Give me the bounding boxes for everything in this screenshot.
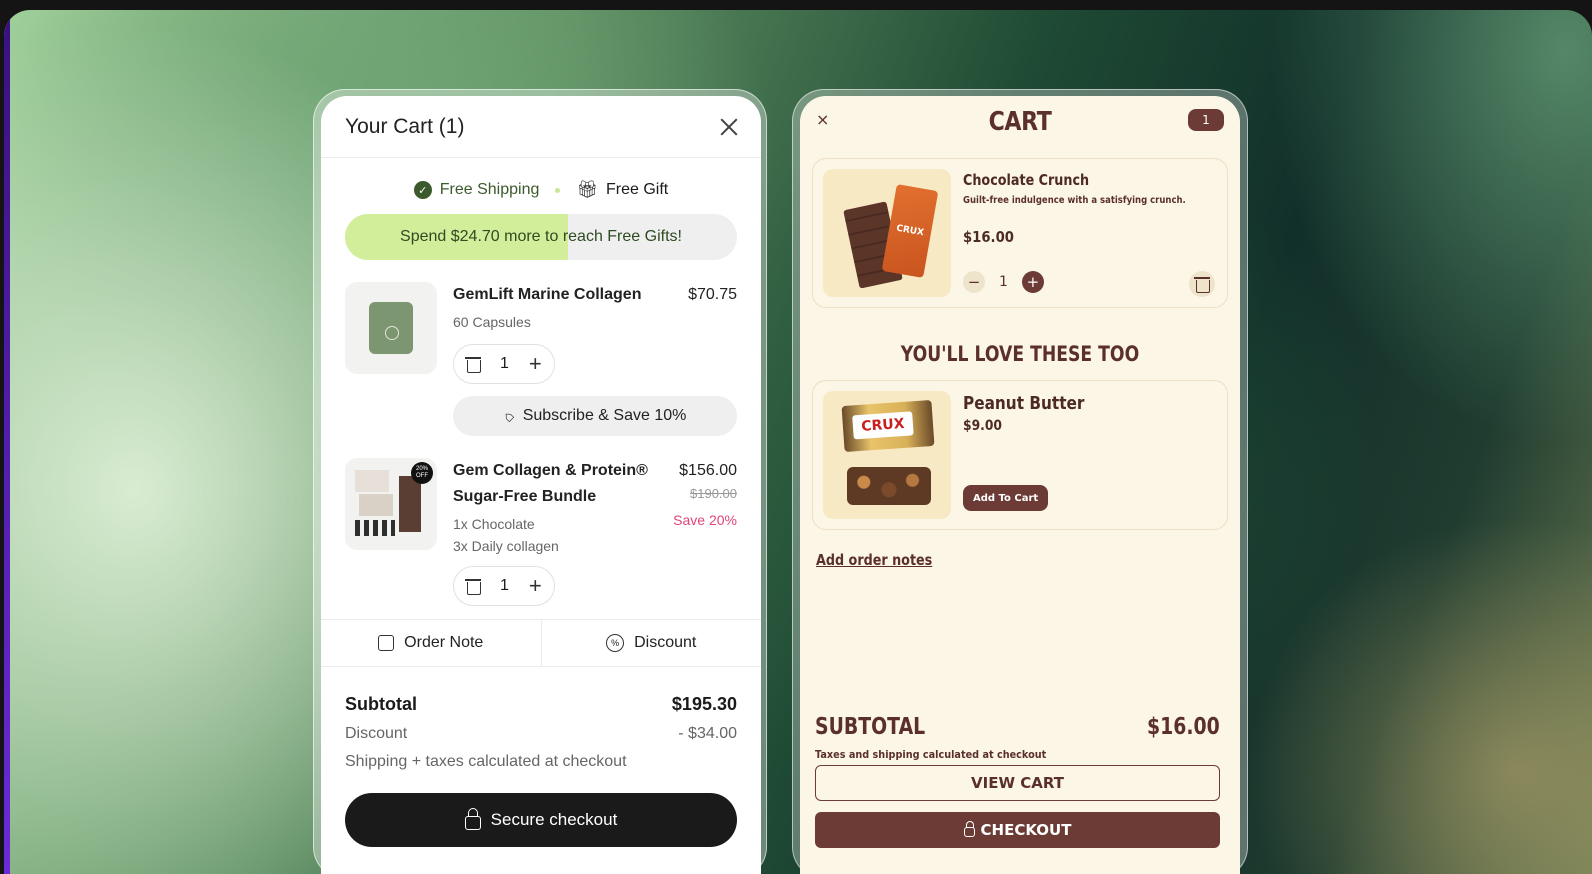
product-image: CRUX bbox=[823, 169, 951, 297]
lock-icon bbox=[963, 821, 975, 837]
checkout-label: Secure checkout bbox=[490, 810, 618, 829]
left-cart-drawer: Your Cart (1) ✓ Free Shipping 🎁︎ Free Gi… bbox=[321, 96, 761, 874]
discount-label: Discount bbox=[634, 634, 697, 651]
perk-label: Free Gift bbox=[605, 181, 669, 198]
cart-title: Your Cart (1) bbox=[345, 114, 465, 138]
collagen-jar-image bbox=[369, 302, 413, 354]
upsell-name[interactable]: Peanut Butter bbox=[963, 393, 1177, 414]
note-icon bbox=[378, 635, 395, 651]
subtotal-row: SUBTOTAL $16.00 bbox=[815, 714, 1220, 740]
item-compare-price: $190.00 bbox=[690, 486, 737, 501]
order-note-button[interactable]: Order Note bbox=[321, 620, 541, 666]
shipping-note: Shipping + taxes calculated at checkout bbox=[345, 753, 627, 770]
close-icon[interactable]: × bbox=[816, 110, 829, 129]
subtotal-label: SUBTOTAL bbox=[815, 714, 926, 740]
free-gift-progress-bar: Spend $24.70 more to reach Free Gifts! bbox=[345, 214, 737, 260]
plus-icon[interactable]: + bbox=[529, 575, 542, 597]
cart-item: GemLift Marine Collagen $70.75 60 Capsul… bbox=[321, 282, 761, 436]
item-name[interactable]: Chocolate Crunch bbox=[963, 171, 1177, 189]
item-price: $16.00 bbox=[963, 228, 1014, 246]
quantity-value[interactable]: 1 bbox=[500, 577, 509, 595]
perk-label: Free Shipping bbox=[439, 181, 540, 198]
wrapper-image: CRUX bbox=[881, 184, 939, 278]
product-image: 20% OFF bbox=[345, 458, 437, 550]
plus-icon[interactable]: + bbox=[529, 353, 542, 375]
item-name[interactable]: GemLift Marine Collagen bbox=[453, 282, 653, 308]
check-circle-icon: ✓ bbox=[413, 181, 432, 199]
subscribe-label: Subscribe & Save 10% bbox=[522, 407, 687, 424]
trash-icon[interactable] bbox=[465, 356, 481, 373]
discount-row: Discount - $34.00 bbox=[345, 725, 737, 743]
item-description: Guilt-free indulgence with a satisfying … bbox=[963, 195, 1186, 206]
tag-icon: ⌂ bbox=[498, 406, 518, 426]
right-cart-drawer: × CART 1 CRUX Chocolate Crunch Guilt-fre… bbox=[800, 96, 1240, 874]
minus-icon[interactable]: − bbox=[963, 271, 985, 293]
upsell-item: CRUX Peanut Butter $9.00 Add To Cart bbox=[812, 380, 1228, 530]
progress-message: Spend $24.70 more to reach Free Gifts! bbox=[400, 228, 682, 245]
item-info: Chocolate Crunch Guilt-free indulgence w… bbox=[963, 171, 1215, 246]
order-note-label: Order Note bbox=[404, 634, 484, 651]
nuts-image bbox=[847, 467, 931, 505]
checkout-label: CHECKOUT bbox=[980, 821, 1072, 839]
item-price: $70.75 bbox=[688, 286, 737, 303]
quantity-stepper: − 1 + bbox=[963, 271, 1044, 293]
brand-label: CRUX bbox=[852, 411, 914, 440]
item-name[interactable]: Gem Collagen & Protein® Sugar-Free Bundl… bbox=[453, 458, 653, 510]
view-cart-button[interactable]: VIEW CART bbox=[815, 765, 1220, 801]
add-order-notes-link[interactable]: Add order notes bbox=[816, 551, 932, 569]
remove-item-button[interactable] bbox=[1189, 271, 1215, 297]
perk-free-gift: 🎁︎ Free Gift bbox=[576, 180, 668, 200]
cart-header: Your Cart (1) bbox=[321, 96, 761, 158]
subtotal-value: $16.00 bbox=[1147, 714, 1220, 740]
item-save-label: Save 20% bbox=[673, 512, 737, 528]
cart-actions-bar: Order Note % Discount bbox=[321, 619, 761, 667]
separator-dot bbox=[555, 187, 561, 193]
subtotal-row: Subtotal $195.30 bbox=[345, 694, 737, 715]
perks-row: ✓ Free Shipping 🎁︎ Free Gift bbox=[321, 180, 761, 200]
product-image bbox=[345, 282, 437, 374]
discount-value: - $34.00 bbox=[678, 725, 737, 742]
cart-header: × CART 1 bbox=[800, 96, 1240, 148]
item-variant: 3x Daily collagen bbox=[453, 538, 559, 554]
discount-button[interactable]: % Discount bbox=[540, 620, 762, 666]
secure-checkout-button[interactable]: Secure checkout bbox=[345, 793, 737, 847]
trash-icon bbox=[1194, 276, 1210, 293]
cart-item: 20% OFF Gem Collagen & Protein® Sugar-Fr… bbox=[321, 458, 761, 606]
quantity-stepper: 1 + bbox=[453, 566, 555, 606]
item-variant: 60 Capsules bbox=[453, 314, 531, 330]
trash-icon[interactable] bbox=[465, 578, 481, 595]
cart-title: CART bbox=[988, 107, 1052, 137]
plus-icon[interactable]: + bbox=[1021, 271, 1044, 293]
peanut-butter-bar-image: CRUX bbox=[841, 399, 935, 453]
discount-icon: % bbox=[606, 634, 625, 652]
discount-badge: 20% OFF bbox=[411, 462, 433, 484]
upsell-heading: YOU'LL LOVE THESE TOO bbox=[900, 342, 1140, 366]
item-info: Peanut Butter $9.00 bbox=[963, 393, 1215, 434]
checkout-button[interactable]: CHECKOUT bbox=[815, 812, 1220, 848]
tax-note: Taxes and shipping calculated at checkou… bbox=[815, 748, 1047, 761]
subtotal-label: Subtotal bbox=[345, 694, 417, 714]
subscribe-save-button[interactable]: ⌂ Subscribe & Save 10% bbox=[453, 396, 737, 436]
cart-totals: SUBTOTAL $16.00 Taxes and shipping calcu… bbox=[815, 714, 1220, 848]
lock-icon bbox=[464, 807, 481, 830]
gift-icon: 🎁︎ bbox=[576, 180, 598, 199]
cart-totals: Subtotal $195.30 Discount - $34.00 Shipp… bbox=[345, 694, 737, 847]
item-info: Gem Collagen & Protein® Sugar-Free Bundl… bbox=[453, 458, 737, 606]
add-to-cart-button[interactable]: Add To Cart bbox=[963, 485, 1049, 511]
product-image: CRUX bbox=[823, 391, 951, 519]
cart-count-badge: 1 bbox=[1188, 109, 1224, 131]
quantity-stepper: 1 + bbox=[453, 344, 555, 384]
discount-row-label: Discount bbox=[345, 725, 408, 742]
item-info: GemLift Marine Collagen $70.75 60 Capsul… bbox=[453, 282, 737, 436]
close-icon[interactable] bbox=[719, 117, 739, 137]
quantity-value[interactable]: 1 bbox=[999, 274, 1008, 290]
perk-free-shipping: ✓ Free Shipping bbox=[413, 181, 540, 199]
subtotal-value: $195.30 bbox=[671, 694, 737, 714]
upsell-price: $9.00 bbox=[963, 418, 1002, 434]
item-price: $156.00 bbox=[679, 462, 737, 479]
cart-item: CRUX Chocolate Crunch Guilt-free indulge… bbox=[812, 158, 1228, 308]
quantity-value[interactable]: 1 bbox=[500, 355, 509, 373]
